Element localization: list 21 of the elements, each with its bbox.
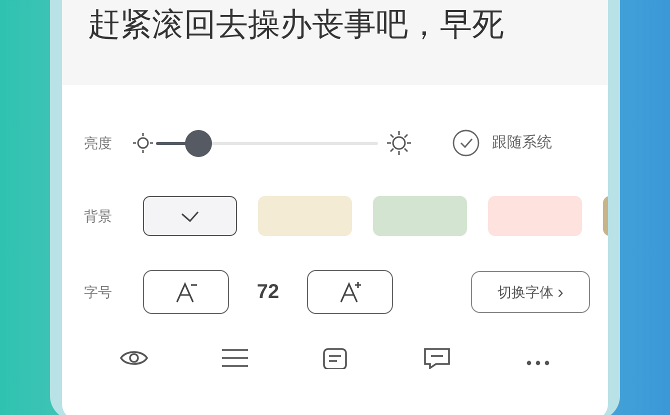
background-label: 背景 xyxy=(84,206,113,226)
background-swatch[interactable] xyxy=(488,196,582,236)
reading-text: 赶紧滚回去操办丧事吧，早死 xyxy=(88,5,505,44)
check-icon xyxy=(180,209,200,223)
brightness-label: 亮度 xyxy=(84,134,113,152)
background-swatch[interactable] xyxy=(258,196,352,236)
background-swatch[interactable] xyxy=(373,196,467,236)
menu-icon[interactable] xyxy=(220,347,250,369)
dim-sun-icon xyxy=(132,132,154,154)
font-size-value: 72 xyxy=(256,280,280,305)
brightness-slider[interactable] xyxy=(156,130,378,156)
decrease-font-button[interactable] xyxy=(143,270,229,314)
follow-system-label: 跟随系统 xyxy=(492,132,552,153)
slider-thumb[interactable] xyxy=(185,130,212,156)
background-swatch[interactable] xyxy=(143,196,237,236)
bright-sun-icon xyxy=(386,130,412,156)
increase-font-button[interactable] xyxy=(307,270,393,314)
font-size-label: 字号 xyxy=(84,282,113,302)
checked-circle-icon[interactable] xyxy=(452,129,480,157)
comment-icon[interactable] xyxy=(422,347,452,369)
switch-font-button[interactable]: 切换字体 › xyxy=(471,271,590,313)
